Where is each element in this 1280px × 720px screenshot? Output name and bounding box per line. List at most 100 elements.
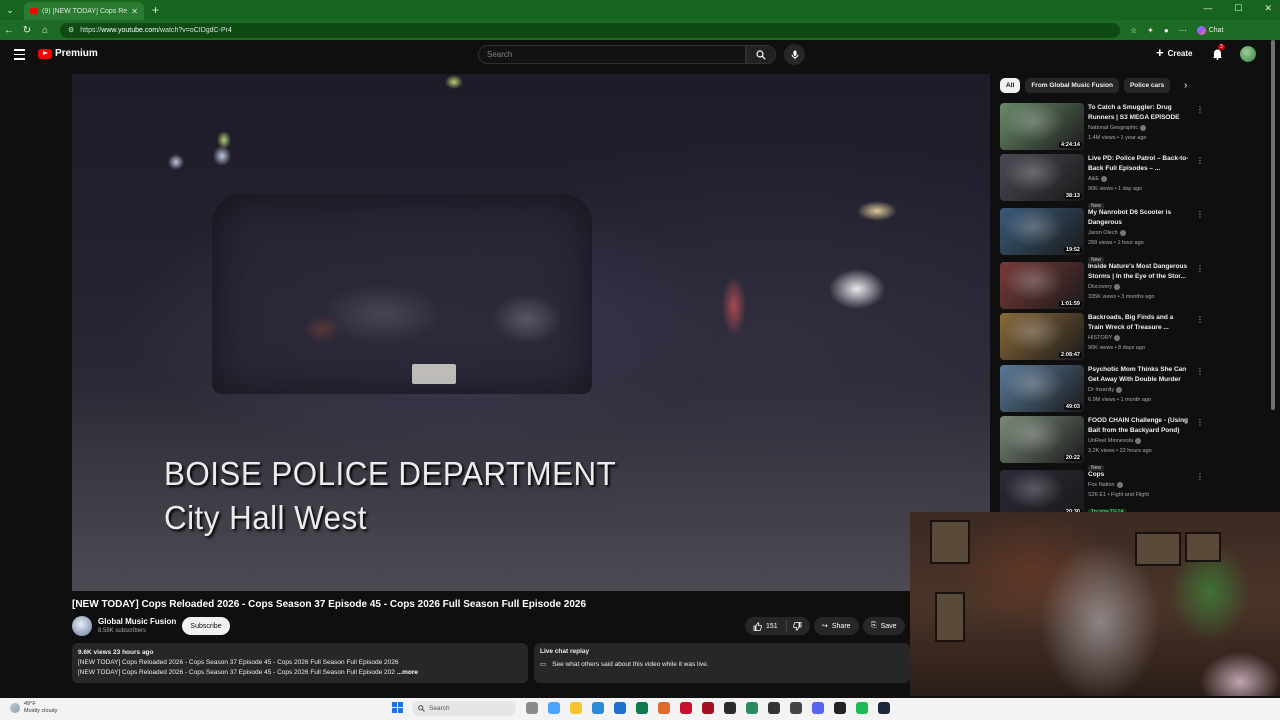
copilot-app-icon[interactable] <box>548 702 560 714</box>
chips-next-arrow-icon[interactable]: › <box>1184 80 1187 91</box>
recommendation-item[interactable]: 2:08:47 Backroads, Big Finds and a Train … <box>1000 313 1204 361</box>
search-input[interactable]: Search <box>478 45 746 64</box>
discord-icon[interactable] <box>812 702 824 714</box>
recommendation-item[interactable]: 49:03 Psychotic Mom Thinks She Can Get Aw… <box>1000 365 1204 413</box>
taskbar-search[interactable]: Search <box>412 701 516 716</box>
recommendation-channel[interactable]: Fox Nation <box>1088 480 1190 490</box>
file-explorer-icon[interactable] <box>570 702 582 714</box>
recommendation-title[interactable]: FOOD CHAIN Challenge - (Using Bait from … <box>1088 416 1190 436</box>
chip-from-channel[interactable]: From Global Music Fusion <box>1025 78 1119 93</box>
site-info-icon[interactable]: ⚙ <box>68 26 74 34</box>
minimize-icon[interactable]: — <box>1203 3 1212 14</box>
bookmark-star-icon[interactable]: ☆ <box>1130 26 1137 35</box>
page-scrollbar[interactable] <box>1270 40 1276 412</box>
channel-name[interactable]: Global Music Fusion <box>98 617 176 626</box>
recommendation-channel[interactable]: UnReel Minnesota <box>1088 436 1190 446</box>
video-thumbnail[interactable]: 20:22 <box>1000 416 1084 463</box>
subscribe-button[interactable]: Subscribe <box>182 617 230 635</box>
recommendation-title[interactable]: Psychotic Mom Thinks She Can Get Away Wi… <box>1088 365 1190 385</box>
terminal-icon[interactable] <box>790 702 802 714</box>
recommendation-channel[interactable]: A&E <box>1088 174 1190 184</box>
new-tab-button[interactable]: + <box>152 3 159 17</box>
recommendation-title[interactable]: Cops <box>1088 470 1190 480</box>
back-icon[interactable]: ← <box>0 25 18 36</box>
chip-police-cars[interactable]: Police cars <box>1123 78 1171 93</box>
recommendation-item[interactable]: 1:01:59 Inside Nature's Most Dangerous St… <box>1000 262 1204 310</box>
recommendation-item[interactable]: 20:30 Cops Fox Nation S26 E1 • Fight and Fl… <box>1000 470 1204 518</box>
steam-icon[interactable] <box>878 702 890 714</box>
more-options-icon[interactable]: ⋮ <box>1196 472 1204 481</box>
more-options-icon[interactable]: ⋮ <box>1196 105 1204 114</box>
scrollbar-thumb[interactable] <box>1271 40 1275 410</box>
profile-icon[interactable]: ● <box>1164 26 1169 35</box>
app-icon-red[interactable] <box>680 702 692 714</box>
voice-search-button[interactable] <box>784 44 805 65</box>
close-window-icon[interactable]: ✕ <box>1264 3 1272 14</box>
home-icon[interactable]: ⌂ <box>36 25 54 36</box>
chat-button[interactable]: Chat <box>1196 25 1224 35</box>
more-options-icon[interactable]: ⋮ <box>1196 156 1204 165</box>
recommendation-title[interactable]: Backroads, Big Finds and a Train Wreck o… <box>1088 313 1190 333</box>
recommendation-item[interactable]: 20:22 FOOD CHAIN Challenge - (Using Bait … <box>1000 416 1204 471</box>
more-options-icon[interactable]: ⋮ <box>1196 264 1204 273</box>
recommendation-channel[interactable]: HISTORY <box>1088 333 1190 343</box>
create-button[interactable]: + Create <box>1156 46 1193 59</box>
recommendation-channel[interactable]: Discovery <box>1088 282 1190 292</box>
recommendation-title[interactable]: My Nanrobot D6 Scooter is Dangerous <box>1088 208 1190 228</box>
live-chat-replay-panel[interactable]: Live chat replay ▭ See what others said … <box>534 643 910 683</box>
search-button[interactable] <box>746 45 776 64</box>
account-avatar[interactable] <box>1240 46 1256 62</box>
recommendation-title[interactable]: To Catch a Smuggler: Drug Runners | S3 M… <box>1088 103 1190 123</box>
recommendation-title[interactable]: Live PD: Police Patrol – Back-to-Back Fu… <box>1088 154 1190 174</box>
share-button[interactable]: ↪ Share <box>814 617 859 635</box>
video-thumbnail[interactable]: 1:01:59 <box>1000 262 1084 309</box>
channel-avatar[interactable] <box>72 616 92 636</box>
save-button[interactable]: ⎘ Save <box>863 617 905 635</box>
more-options-icon[interactable]: ⋮ <box>1196 315 1204 324</box>
chip-all[interactable]: All <box>1000 78 1021 93</box>
notifications-button[interactable]: 3 <box>1212 44 1225 65</box>
video-description[interactable]: 9.6K views 23 hours ago [NEW TODAY] Cops… <box>72 643 528 683</box>
menu-dots-icon[interactable]: ⋯ <box>1179 26 1187 35</box>
edge-browser-icon[interactable] <box>636 702 648 714</box>
more-options-icon[interactable]: ⋮ <box>1196 418 1204 427</box>
extensions-icon[interactable]: ✦ <box>1147 26 1154 35</box>
app-icon-darkred[interactable] <box>702 702 714 714</box>
recommendation-channel[interactable]: National Geographic <box>1088 123 1190 133</box>
video-thumbnail[interactable]: 49:03 <box>1000 365 1084 412</box>
app-icon-steam[interactable] <box>768 702 780 714</box>
more-link[interactable]: ...more <box>397 669 418 676</box>
like-button[interactable]: 151 <box>745 620 787 632</box>
task-view-icon[interactable] <box>526 702 538 714</box>
video-thumbnail[interactable]: 20:30 <box>1000 470 1084 517</box>
firefox-icon[interactable] <box>658 702 670 714</box>
video-thumbnail[interactable]: 4:24:14 <box>1000 103 1084 150</box>
store-icon[interactable] <box>592 702 604 714</box>
outlook-icon[interactable] <box>614 702 626 714</box>
recommendation-channel[interactable]: Dr Insanity <box>1088 385 1190 395</box>
recommendation-item[interactable]: 4:24:14 To Catch a Smuggler: Drug Runners… <box>1000 103 1204 151</box>
recommendation-title[interactable]: Inside Nature's Most Dangerous Storms | … <box>1088 262 1190 282</box>
tab-close-icon[interactable]: ✕ <box>131 7 138 16</box>
url-field[interactable]: ⚙ https://www.youtube.com/watch?v=oCIDgd… <box>60 22 1120 38</box>
more-options-icon[interactable]: ⋮ <box>1196 210 1204 219</box>
app-icon-green[interactable] <box>746 702 758 714</box>
video-thumbnail[interactable]: 38:13 <box>1000 154 1084 201</box>
recommendation-item[interactable]: 38:13 Live PD: Police Patrol – Back-to-Ba… <box>1000 154 1204 209</box>
reload-icon[interactable]: ↻ <box>18 25 36 36</box>
windows-start-icon[interactable] <box>392 702 403 713</box>
maximize-icon[interactable]: ☐ <box>1234 3 1242 14</box>
video-player[interactable]: BOISE POLICE DEPARTMENT City Hall West <box>72 74 990 591</box>
youtube-logo[interactable]: Premium <box>38 48 98 59</box>
more-options-icon[interactable]: ⋮ <box>1196 367 1204 376</box>
hamburger-menu-icon[interactable] <box>14 49 25 63</box>
app-icon-black[interactable] <box>834 702 846 714</box>
app-icon-dark[interactable] <box>724 702 736 714</box>
video-thumbnail[interactable]: 19:52 <box>1000 208 1084 255</box>
video-thumbnail[interactable]: 2:08:47 <box>1000 313 1084 360</box>
recommendation-item[interactable]: 19:52 My Nanrobot D6 Scooter is Dangerous… <box>1000 208 1204 263</box>
weather-widget[interactable]: 49°F Mostly cloudy <box>10 701 57 715</box>
recommendation-channel[interactable]: Jaron Olech <box>1088 228 1190 238</box>
spotify-icon[interactable] <box>856 702 868 714</box>
tab-list-button[interactable]: ⌄ <box>0 0 20 20</box>
